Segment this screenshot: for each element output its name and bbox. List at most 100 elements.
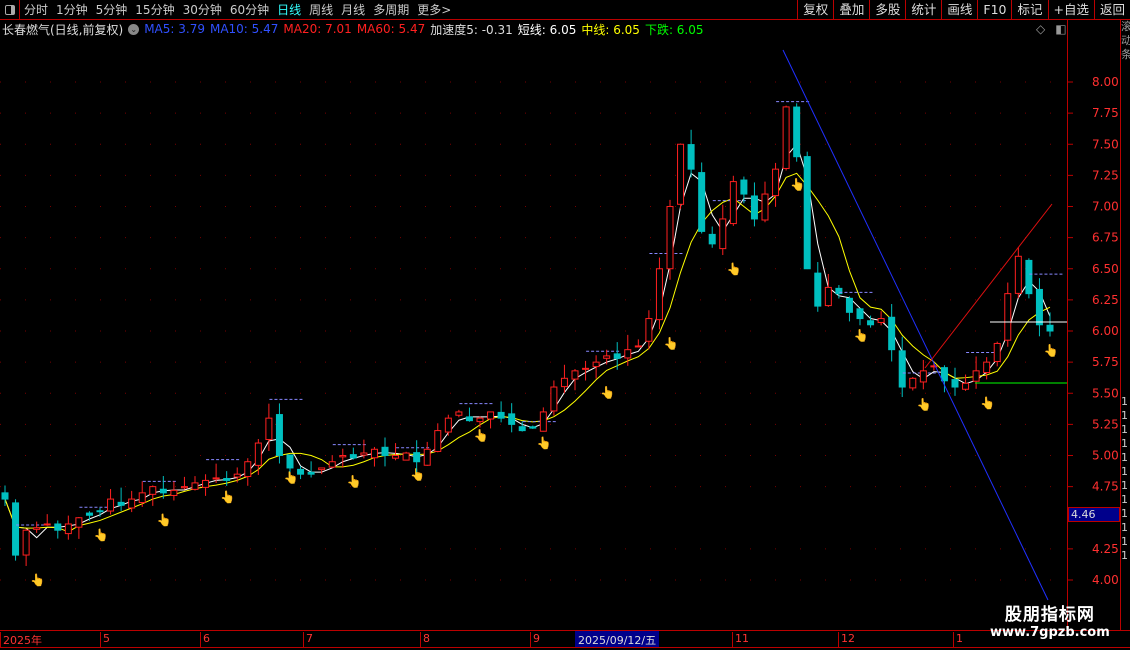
toolbar-button[interactable]: 多股 bbox=[869, 0, 905, 20]
period-tab[interactable]: 15分钟 bbox=[131, 1, 178, 18]
y-tick-label: 7.00 bbox=[1092, 200, 1119, 214]
candle-body bbox=[191, 482, 199, 490]
candle-body bbox=[719, 218, 727, 250]
candle-body bbox=[993, 342, 1001, 362]
candle-body bbox=[233, 473, 241, 478]
candle-body bbox=[750, 195, 758, 220]
candle-body bbox=[1025, 259, 1033, 295]
toolbar-button[interactable]: F10 bbox=[977, 0, 1011, 20]
period-tab[interactable]: 分时 bbox=[20, 1, 52, 18]
candle-body bbox=[708, 233, 716, 245]
hand-marker-icon: 👆 bbox=[473, 429, 488, 443]
candle-body bbox=[381, 446, 389, 456]
diamond-icon[interactable]: ◇ bbox=[1036, 22, 1045, 36]
ma60-value: MA60: 5.47 bbox=[356, 22, 426, 36]
period-tab[interactable]: 日线 bbox=[273, 1, 305, 18]
candle-body bbox=[888, 316, 896, 351]
candle-body bbox=[455, 411, 463, 416]
candle-body bbox=[550, 386, 558, 412]
candle-body bbox=[962, 382, 970, 390]
date-label: 7 bbox=[303, 632, 313, 647]
candle-body bbox=[772, 168, 780, 197]
toolbar: 分时 1分钟 5分钟 15分钟 30分钟 60分钟 日线 周线 月线 多周期 更多> 复权 叠加 多股统… bbox=[0, 0, 1130, 20]
panel-char: 1 bbox=[1121, 549, 1128, 562]
candle-body bbox=[223, 478, 231, 481]
toolbar-button[interactable]: 标记 bbox=[1011, 0, 1047, 20]
candle-body bbox=[107, 498, 115, 512]
hand-marker-icon: 👆 bbox=[853, 328, 868, 342]
candle-body bbox=[1, 492, 9, 500]
period-tab[interactable]: 更多> bbox=[413, 1, 455, 18]
candle-body bbox=[740, 179, 748, 195]
right-side-panel: 滚动条111111111111 bbox=[1120, 20, 1130, 630]
candle-body bbox=[761, 193, 769, 221]
toolbar-button[interactable]: 复权 bbox=[797, 0, 833, 20]
period-tab[interactable]: 5分钟 bbox=[92, 1, 132, 18]
period-tab[interactable]: 周线 bbox=[305, 1, 337, 18]
candlestick-chart[interactable]: 8.00 7.75 7.50 7.25 7.00 6.75 6.50 6.25 6.00 5.75… bbox=[0, 38, 1120, 630]
selected-date: 2025/09/12/五 bbox=[575, 631, 660, 647]
panel-char: 1 bbox=[1121, 465, 1128, 478]
candle-body bbox=[560, 377, 568, 388]
candle-body bbox=[307, 471, 315, 475]
candle-body bbox=[867, 320, 875, 326]
panel-char: 1 bbox=[1121, 493, 1128, 506]
y-tick-label: 7.75 bbox=[1092, 106, 1119, 120]
candle-body bbox=[508, 413, 516, 425]
hand-marker-icon: 👆 bbox=[917, 398, 932, 412]
candle-body bbox=[539, 411, 547, 432]
candle-body bbox=[898, 350, 906, 388]
panel-char: 1 bbox=[1121, 423, 1128, 436]
period-tab[interactable]: 月线 bbox=[337, 1, 369, 18]
hand-marker-icon: 👆 bbox=[663, 336, 678, 350]
stock-title: 长春燃气(日线,前复权) bbox=[2, 22, 124, 37]
candle-body bbox=[613, 353, 621, 359]
hand-marker-icon: 👆 bbox=[790, 177, 805, 191]
candle-body bbox=[803, 156, 811, 270]
toolbar-button[interactable]: 统计 bbox=[905, 0, 941, 20]
candle-body bbox=[1046, 324, 1054, 332]
candle-body bbox=[254, 442, 262, 466]
candle-body bbox=[793, 106, 801, 158]
short-value: 短线: 6.05 bbox=[517, 22, 577, 37]
y-tick-label: 6.50 bbox=[1092, 262, 1119, 276]
hand-marker-icon: 👆 bbox=[537, 436, 552, 450]
dropdown-icon[interactable]: ⌄ bbox=[128, 23, 140, 35]
candle-body bbox=[877, 318, 885, 323]
candle-body bbox=[180, 486, 188, 489]
candle-body bbox=[117, 501, 125, 506]
candle-body bbox=[64, 523, 72, 535]
toolbar-button[interactable]: 叠加 bbox=[833, 0, 869, 20]
candle-body bbox=[687, 144, 695, 170]
candle-body bbox=[972, 370, 980, 382]
accel-value: 加速度5: -0.31 bbox=[430, 22, 513, 37]
panel-char: 1 bbox=[1121, 521, 1128, 534]
candle-body bbox=[54, 523, 62, 531]
candle-body bbox=[729, 181, 737, 225]
candle-body bbox=[666, 206, 674, 270]
ma5-value: MA5: 3.79 bbox=[144, 22, 205, 36]
trend-line-red bbox=[924, 203, 1053, 369]
period-tab[interactable]: 60分钟 bbox=[226, 1, 273, 18]
y-tick-label: 4.25 bbox=[1092, 542, 1119, 556]
panel-toggle-button[interactable] bbox=[0, 0, 20, 20]
layout-icon[interactable]: ◧ bbox=[1055, 22, 1066, 36]
date-label: 1 bbox=[953, 632, 963, 647]
period-tab[interactable]: 1分钟 bbox=[52, 1, 92, 18]
toolbar-button[interactable]: 返回 bbox=[1093, 0, 1130, 20]
period-tab[interactable]: 多周期 bbox=[369, 1, 413, 18]
hand-marker-icon: 👆 bbox=[600, 386, 615, 400]
candle-body bbox=[212, 477, 220, 480]
date-label: 5 bbox=[100, 632, 110, 647]
current-price-tag: 4.46 bbox=[1068, 507, 1120, 522]
toolbar-button[interactable]: +自选 bbox=[1047, 0, 1094, 20]
date-label: 12 bbox=[838, 632, 855, 647]
y-tick-label: 7.50 bbox=[1092, 137, 1119, 151]
date-label: 9 bbox=[530, 632, 540, 647]
candle-body bbox=[529, 426, 537, 429]
candle-body bbox=[339, 455, 347, 458]
date-label: 2025年 bbox=[0, 632, 42, 647]
period-tab[interactable]: 30分钟 bbox=[179, 1, 226, 18]
toolbar-button[interactable]: 画线 bbox=[941, 0, 977, 20]
candle-body bbox=[318, 467, 326, 471]
